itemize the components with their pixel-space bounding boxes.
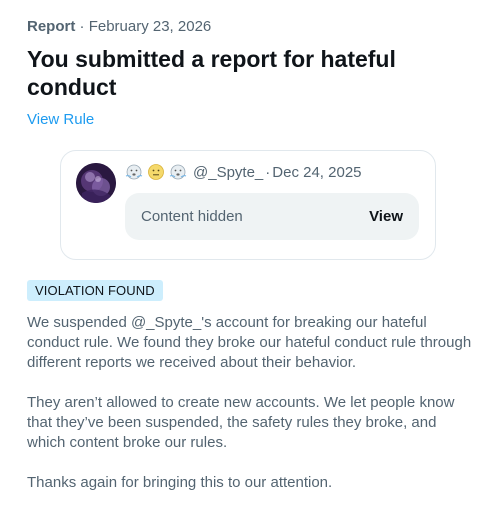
content-hidden-label: Content hidden	[141, 208, 243, 225]
post-header: @_Spyte_ · Dec 24, 2025	[125, 163, 362, 181]
wind-face-icon	[125, 163, 143, 181]
page-title: You submitted a report for hateful condu…	[27, 46, 396, 100]
post-date: Dec 24, 2025	[272, 163, 362, 181]
thanks-paragraph: Thanks again for bringing this to our at…	[27, 474, 333, 491]
avatar-image	[76, 163, 116, 203]
report-label: Report	[27, 18, 76, 35]
content-hidden-box: Content hidden View	[125, 193, 419, 240]
suspension-paragraph: We suspended @_Spyte_'s account for brea…	[27, 314, 472, 371]
wind-face-icon	[169, 163, 187, 181]
neutral-face-icon	[147, 163, 165, 181]
reported-post-card[interactable]: @_Spyte_ · Dec 24, 2025 Content hidden V…	[60, 150, 436, 260]
policy-paragraph: They aren’t allowed to create new accoun…	[27, 394, 455, 451]
report-date: February 23, 2026	[88, 18, 212, 35]
post-separator: ·	[265, 163, 271, 181]
post-username[interactable]: @_Spyte_	[193, 164, 263, 181]
view-content-button[interactable]: View	[369, 208, 403, 225]
report-meta: Report · February 23, 2026	[27, 18, 211, 35]
view-rule-link[interactable]: View Rule	[27, 111, 94, 128]
avatar[interactable]	[76, 163, 116, 203]
violation-badge: VIOLATION FOUND	[27, 280, 163, 301]
meta-separator: ·	[75, 18, 89, 35]
